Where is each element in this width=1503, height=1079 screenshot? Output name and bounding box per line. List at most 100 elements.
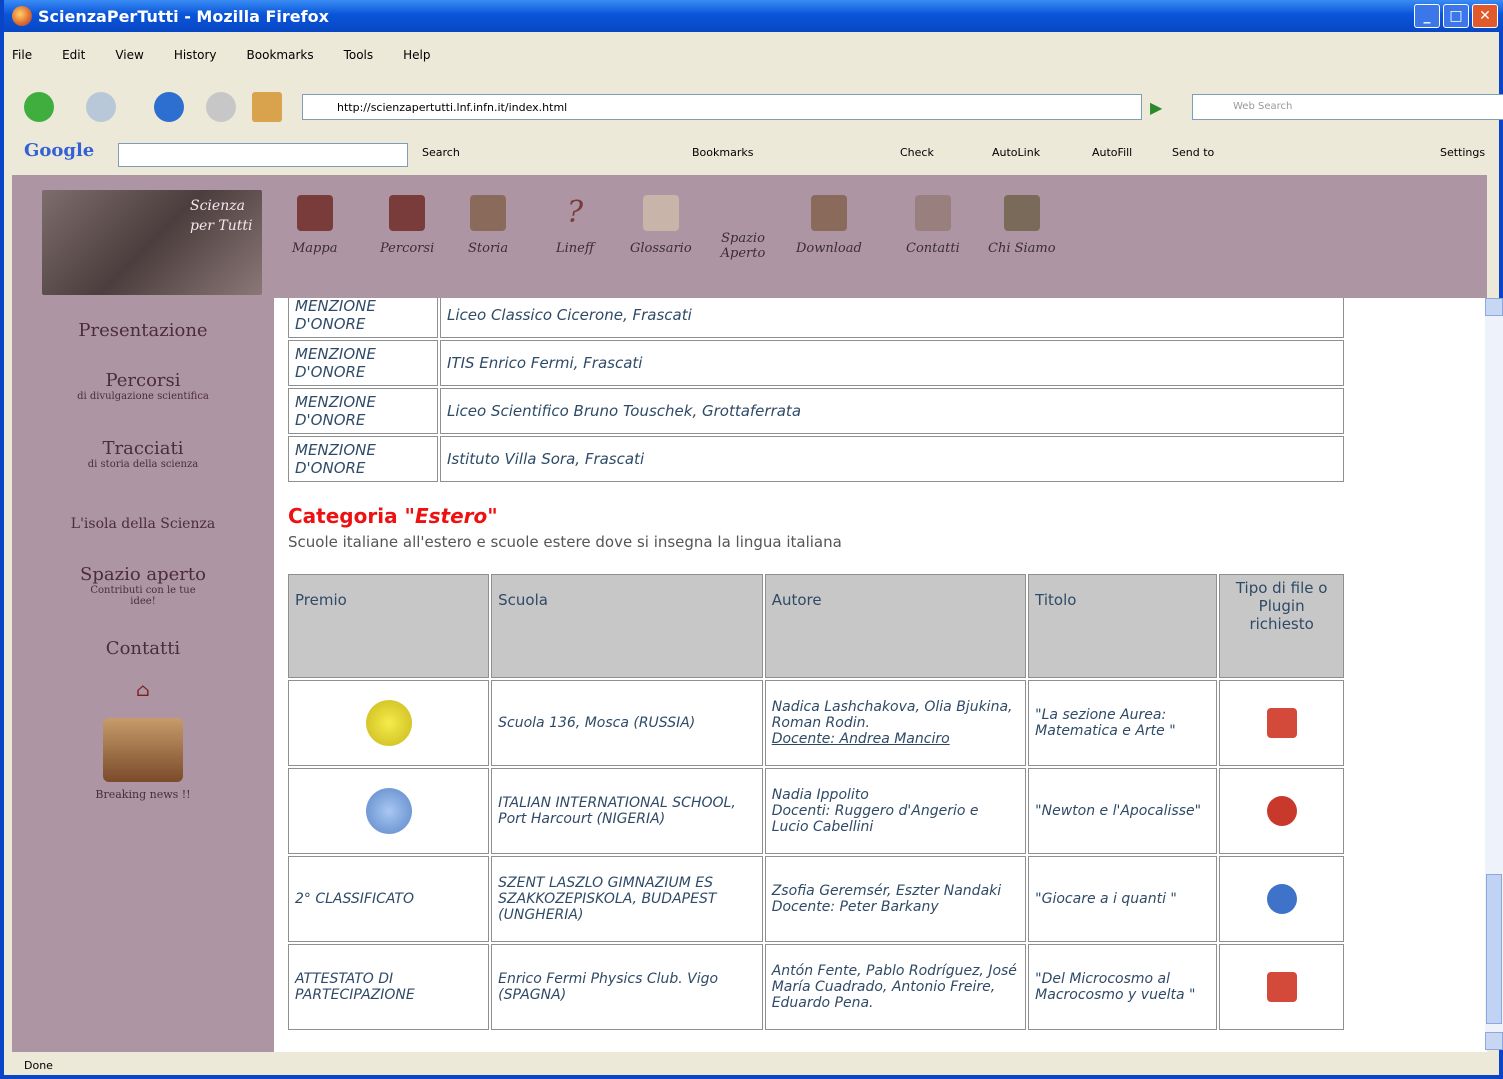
premio-cell: MENZIONE D'ONORE bbox=[288, 436, 438, 482]
search-input[interactable]: Web Search bbox=[1192, 94, 1503, 120]
minimize-button[interactable]: _ bbox=[1414, 4, 1440, 28]
google-search-input[interactable] bbox=[118, 143, 408, 167]
titolo-cell: "La sezione Aurea: Matematica e Arte " bbox=[1028, 680, 1218, 766]
go-icon[interactable]: ▶ bbox=[1150, 98, 1162, 117]
stop-icon[interactable] bbox=[206, 92, 236, 122]
nav-contatti[interactable]: Contatti bbox=[906, 195, 960, 256]
scroll-thumb[interactable] bbox=[1486, 874, 1502, 1024]
autore-cell: Nadica Lashchakova, Olia Bjukina, Roman … bbox=[764, 680, 1027, 766]
title-bar: ScienzaPerTutti - Mozilla Firefox _ □ ✕ bbox=[4, 0, 1503, 32]
autore-cell: Zsofia Geremsér, Eszter Nandaki Docente: … bbox=[764, 856, 1027, 942]
sidebar-item-contatti[interactable]: Contatti bbox=[12, 638, 274, 659]
pdf-icon[interactable] bbox=[1266, 972, 1297, 1002]
sidebar-item-presentazione[interactable]: Presentazione bbox=[12, 320, 274, 341]
table-row: MENZIONE D'ONORE Liceo Classico Cicerone,… bbox=[288, 298, 1344, 338]
titolo-cell: "Del Microcosmo al Macrocosmo y vuelta " bbox=[1028, 944, 1218, 1030]
menu-file[interactable]: File bbox=[12, 48, 32, 70]
download-icon bbox=[810, 195, 847, 231]
menu-edit[interactable]: Edit bbox=[62, 48, 85, 70]
breaking-news-icon bbox=[103, 718, 183, 782]
table-row: ATTESTATO DI PARTECIPAZIONE Enrico Fermi… bbox=[288, 944, 1344, 1030]
scuola-cell: ITALIAN INTERNATIONAL SCHOOL, Port Harco… bbox=[491, 768, 763, 854]
header-tipo-file: Tipo di file o Plugin richiesto bbox=[1219, 574, 1344, 678]
url-input[interactable]: http://scienzapertutti.lnf.infn.it/index… bbox=[302, 94, 1142, 120]
sidebar-item-isola[interactable]: L'isola della Scienza bbox=[12, 516, 274, 532]
nav-lineff[interactable]: ? Lineff bbox=[556, 195, 594, 256]
settings-button[interactable]: Settings bbox=[1440, 146, 1485, 159]
autore-cell: Antón Fente, Pablo Rodríguez, José María… bbox=[764, 944, 1027, 1030]
category-title: Categoria "Estero" bbox=[288, 504, 498, 528]
menu-bar: File Edit View History Bookmarks Tools H… bbox=[12, 48, 431, 70]
logo-text-2: per Tutti bbox=[190, 218, 253, 234]
hat-icon bbox=[1003, 195, 1040, 231]
titolo-cell: "Giocare a i quanti " bbox=[1028, 856, 1218, 942]
google-logo: Google bbox=[24, 140, 95, 161]
scuola-cell: Enrico Fermi Physics Club. Vigo (SPAGNA) bbox=[491, 944, 763, 1030]
ie-icon[interactable] bbox=[1266, 884, 1297, 914]
header-premio: Premio bbox=[288, 574, 490, 678]
back-icon[interactable] bbox=[24, 92, 54, 122]
vertical-scrollbar[interactable] bbox=[1485, 298, 1503, 1050]
sidebar-item-percorsi[interactable]: Percorsi di divulgazione scientifica bbox=[12, 370, 274, 402]
home-icon-small[interactable]: ⌂ bbox=[12, 680, 274, 701]
nav-glossario[interactable]: Glossario bbox=[630, 195, 692, 256]
docente-text: Docente: Andrea Manciro bbox=[771, 731, 950, 747]
nav-download[interactable]: Download bbox=[796, 195, 862, 256]
breaking-news[interactable]: Breaking news !! bbox=[12, 718, 274, 801]
scroll-down-button[interactable] bbox=[1485, 1032, 1503, 1050]
premio-cell bbox=[288, 768, 490, 854]
file-cell bbox=[1219, 768, 1344, 854]
silver-medal-icon bbox=[365, 788, 412, 834]
docente-text: Docente: Peter Barkany bbox=[771, 899, 939, 915]
table-row: MENZIONE D'ONORE Liceo Scientifico Bruno … bbox=[288, 388, 1344, 434]
sidebar-item-spazio-aperto[interactable]: Spazio aperto Contributi con le tue idee! bbox=[12, 564, 274, 607]
sidebar-item-tracciati[interactable]: Tracciati di storia della scienza bbox=[12, 438, 274, 470]
pdf-icon[interactable] bbox=[1266, 708, 1297, 738]
nav-chi-siamo[interactable]: Chi Siamo bbox=[988, 195, 1056, 256]
google-search-button[interactable]: Search bbox=[422, 146, 460, 159]
autofill-button[interactable]: AutoFill bbox=[1092, 146, 1132, 159]
autolink-button[interactable]: AutoLink bbox=[992, 146, 1040, 159]
premio-cell bbox=[288, 680, 490, 766]
nav-percorsi[interactable]: Percorsi bbox=[380, 195, 434, 256]
scuola-cell: Scuola 136, Mosca (RUSSIA) bbox=[491, 680, 763, 766]
titolo-cell: "Newton e l'Apocalisse" bbox=[1028, 768, 1218, 854]
scuola-cell: Istituto Villa Sora, Frascati bbox=[440, 436, 1344, 482]
google-toolbar: Google Search Bookmarks Check AutoLink A… bbox=[12, 140, 1502, 170]
reload-icon[interactable] bbox=[154, 92, 184, 122]
file-cell bbox=[1219, 944, 1344, 1030]
nav-storia[interactable]: Storia bbox=[468, 195, 508, 256]
send-to-button[interactable]: Send to bbox=[1172, 146, 1214, 159]
menu-bookmarks[interactable]: Bookmarks bbox=[247, 48, 314, 70]
menu-history[interactable]: History bbox=[174, 48, 217, 70]
table-row: ITALIAN INTERNATIONAL SCHOOL, Port Harco… bbox=[288, 768, 1344, 854]
main-content: MENZIONE D'ONORE Liceo Classico Cicerone,… bbox=[286, 298, 1346, 1052]
sidebar: Presentazione Percorsi di divulgazione sc… bbox=[12, 298, 274, 1052]
forward-icon[interactable] bbox=[86, 92, 116, 122]
home-icon[interactable] bbox=[252, 92, 282, 122]
percorsi-icon bbox=[389, 195, 426, 231]
browser-window: ScienzaPerTutti - Mozilla Firefox _ □ ✕ … bbox=[0, 0, 1503, 1079]
nav-spazio-aperto[interactable]: Spazio Aperto bbox=[708, 231, 778, 261]
menu-view[interactable]: View bbox=[115, 48, 143, 70]
maximize-button[interactable]: □ bbox=[1443, 4, 1469, 28]
book-icon bbox=[642, 195, 679, 231]
site-logo[interactable]: Scienza per Tutti bbox=[42, 190, 262, 295]
scroll-up-button[interactable] bbox=[1485, 298, 1503, 316]
bookmarks-button[interactable]: Bookmarks bbox=[692, 146, 753, 159]
flash-icon[interactable] bbox=[1266, 796, 1297, 826]
close-button[interactable]: ✕ bbox=[1472, 4, 1498, 28]
table-row: MENZIONE D'ONORE Istituto Villa Sora, Fra… bbox=[288, 436, 1344, 482]
premio-cell: 2° CLASSIFICATO bbox=[288, 856, 490, 942]
check-button[interactable]: Check bbox=[900, 146, 934, 159]
menu-help[interactable]: Help bbox=[403, 48, 430, 70]
header-autore: Autore bbox=[764, 574, 1027, 678]
gold-medal-icon bbox=[365, 700, 412, 746]
scuola-cell: Liceo Scientifico Bruno Touschek, Grotta… bbox=[440, 388, 1344, 434]
logo-text-1: Scienza bbox=[190, 198, 245, 214]
navigation-bar: http://scienzapertutti.lnf.infn.it/index… bbox=[12, 88, 1503, 126]
menu-tools[interactable]: Tools bbox=[344, 48, 374, 70]
table-header-row: Premio Scuola Autore Titolo Tipo di file… bbox=[288, 574, 1344, 678]
awards-table-estero: Premio Scuola Autore Titolo Tipo di file… bbox=[286, 572, 1346, 1032]
nav-mappa[interactable]: Mappa bbox=[292, 195, 337, 256]
